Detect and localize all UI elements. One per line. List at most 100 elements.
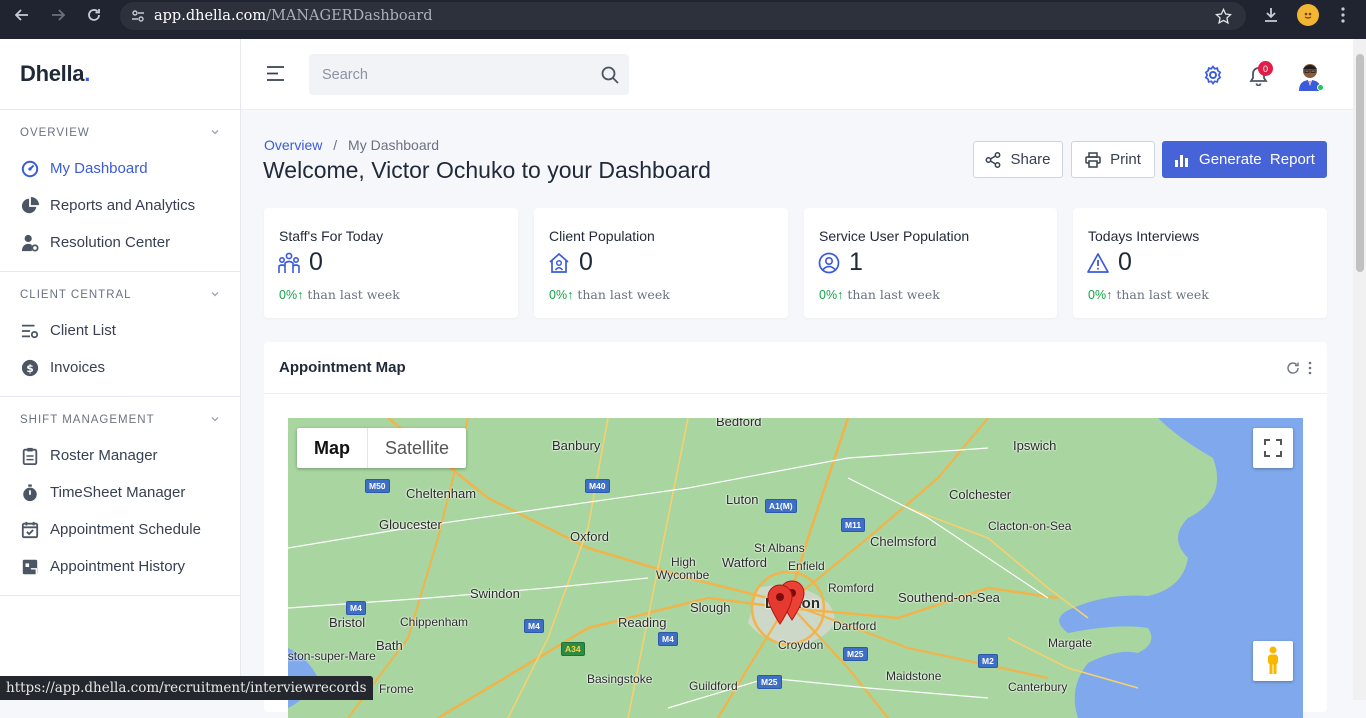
sidebar-item-label: Appointment History	[50, 558, 186, 575]
map-label: Luton	[726, 492, 759, 507]
map-type-satellite-button[interactable]: Satellite	[368, 428, 466, 468]
sidebar-item-reports-analytics[interactable]: Reports and Analytics	[0, 187, 240, 224]
map-label: Enfield	[788, 559, 825, 573]
search-icon[interactable]	[601, 66, 619, 84]
sidebar-item-resolution-center[interactable]: Resolution Center	[0, 224, 240, 261]
map-label: Banbury	[552, 438, 601, 453]
clipboard-icon	[20, 446, 40, 466]
map-label: Romford	[828, 581, 875, 595]
road-shield: M40	[585, 479, 610, 493]
stat-value: 0	[579, 248, 593, 276]
page-scrollbar[interactable]	[1353, 39, 1366, 700]
scrollbar-thumb[interactable]	[1356, 54, 1364, 272]
stat-change: 0%	[819, 288, 838, 302]
back-icon[interactable]	[10, 3, 34, 27]
generate-report-button[interactable]: Generate Report	[1162, 141, 1327, 178]
notification-count-badge: 0	[1258, 61, 1273, 76]
sidebar: Dhella. OVERVIEW My Dashboard Reports an…	[0, 39, 241, 700]
map-label: Southend-on-Sea	[898, 590, 1000, 605]
settings-gear-icon[interactable]	[1203, 65, 1223, 85]
map-label: Basingstoke	[587, 672, 653, 686]
map-label: Oxford	[570, 529, 610, 544]
search-input[interactable]	[309, 66, 589, 83]
browser-toolbar: app.dhella.com/MANAGERDashboard	[0, 0, 1366, 39]
chevron-down-icon	[210, 288, 220, 302]
map-label: Ipswich	[1013, 438, 1057, 453]
arrow-up-icon: ↑	[567, 288, 574, 302]
sidebar-item-my-dashboard[interactable]: My Dashboard	[0, 150, 240, 187]
map-type-map-button[interactable]: Map	[297, 428, 368, 468]
map-type-control: Map Satellite	[297, 428, 467, 468]
stat-value: 0	[1118, 248, 1132, 276]
map-label: Guildford	[689, 679, 738, 693]
share-button[interactable]: Share	[973, 141, 1063, 178]
google-map[interactable]: Bedford Banbury Ipswich Cheltenham Luton…	[288, 418, 1303, 718]
arrow-up-icon: ↑	[1106, 288, 1113, 302]
sidebar-item-client-list[interactable]: Client List	[0, 312, 240, 349]
section-toggle-overview[interactable]: OVERVIEW	[0, 110, 240, 150]
sidebar-item-appointment-history[interactable]: Appointment History	[0, 548, 240, 585]
breadcrumb: Overview / My Dashboard	[264, 137, 440, 153]
map-label: Chippenham	[400, 615, 469, 629]
home-user-icon	[548, 252, 570, 274]
map-label: Canterbury	[1008, 680, 1068, 694]
map-label: Wycombe	[656, 568, 710, 582]
calendar-history-icon	[20, 557, 40, 577]
road-shield: M11	[841, 518, 866, 532]
map-label: Chelmsford	[870, 534, 937, 549]
map-label: Weston-super-Mare	[288, 649, 376, 663]
brand-logo[interactable]: Dhella.	[0, 39, 240, 110]
chevron-down-icon	[210, 413, 220, 427]
sidebar-item-invoices[interactable]: $ Invoices	[0, 349, 240, 386]
road-shield: A1(M)	[765, 499, 797, 513]
top-header: 0	[241, 39, 1353, 110]
map-label: St Albans	[754, 541, 805, 555]
appointment-map-card: Appointment Map Bedford Banbury Ipswich …	[264, 342, 1327, 718]
forward-icon[interactable]	[46, 3, 70, 27]
online-status-dot	[1317, 84, 1324, 91]
road-shield: M25	[843, 647, 868, 661]
more-options-icon[interactable]	[1308, 361, 1312, 375]
map-label: Slough	[690, 600, 731, 615]
map-label: Clacton-on-Sea	[988, 519, 1072, 533]
sidebar-item-timesheet-manager[interactable]: TimeSheet Manager	[0, 474, 240, 511]
sidebar-item-label: Resolution Center	[50, 234, 171, 251]
stat-title: Staff's For Today	[279, 228, 384, 244]
bookmark-star-icon[interactable]	[1215, 8, 1232, 25]
stat-change: 0%	[549, 288, 568, 302]
user-avatar[interactable]	[1296, 61, 1324, 91]
stat-title: Client Population	[549, 228, 655, 244]
hamburger-menu-icon[interactable]	[266, 65, 285, 82]
refresh-icon[interactable]	[1286, 361, 1300, 375]
page-title: Welcome, Victor Ochuko to your Dashboard	[263, 157, 711, 183]
bar-chart-icon	[1174, 152, 1190, 168]
map-marker-icon[interactable]	[767, 584, 793, 631]
stat-card-todays-interviews: Todays Interviews 0 0%↑ than last week	[1073, 208, 1327, 318]
sidebar-item-label: Reports and Analytics	[50, 197, 196, 214]
pie-chart-icon	[20, 196, 40, 216]
road-shield: M4	[524, 619, 544, 633]
download-icon[interactable]	[1262, 6, 1280, 24]
sidebar-item-roster-manager[interactable]: Roster Manager	[0, 437, 240, 474]
sidebar-item-appointment-schedule[interactable]: Appointment Schedule	[0, 511, 240, 548]
profile-avatar-icon[interactable]	[1297, 4, 1319, 26]
breadcrumb-overview-link[interactable]: Overview	[264, 137, 322, 153]
stat-change: 0%	[279, 288, 298, 302]
map-label: Frome	[379, 682, 414, 696]
stat-card-client-population: Client Population 0 0%↑ than last week	[534, 208, 788, 318]
street-view-pegman-button[interactable]	[1253, 641, 1293, 681]
section-toggle-shift-management[interactable]: SHIFT MANAGEMENT	[0, 397, 240, 437]
map-label: Gloucester	[379, 517, 442, 532]
fullscreen-button[interactable]	[1253, 428, 1293, 468]
share-icon	[985, 151, 1001, 168]
url-text: app.dhella.com/MANAGERDashboard	[154, 8, 433, 24]
address-bar[interactable]: app.dhella.com/MANAGERDashboard	[120, 2, 1246, 30]
sidebar-section-client-central: CLIENT CENTRAL Client List $ Invoices	[0, 272, 240, 397]
svg-text:$: $	[26, 362, 34, 375]
reload-icon[interactable]	[82, 3, 106, 27]
site-info-icon[interactable]	[130, 8, 146, 24]
print-button[interactable]: Print	[1071, 141, 1155, 178]
stat-title: Todays Interviews	[1088, 228, 1200, 244]
section-toggle-client-central[interactable]: CLIENT CENTRAL	[0, 272, 240, 312]
browser-menu-icon[interactable]	[1337, 6, 1349, 24]
